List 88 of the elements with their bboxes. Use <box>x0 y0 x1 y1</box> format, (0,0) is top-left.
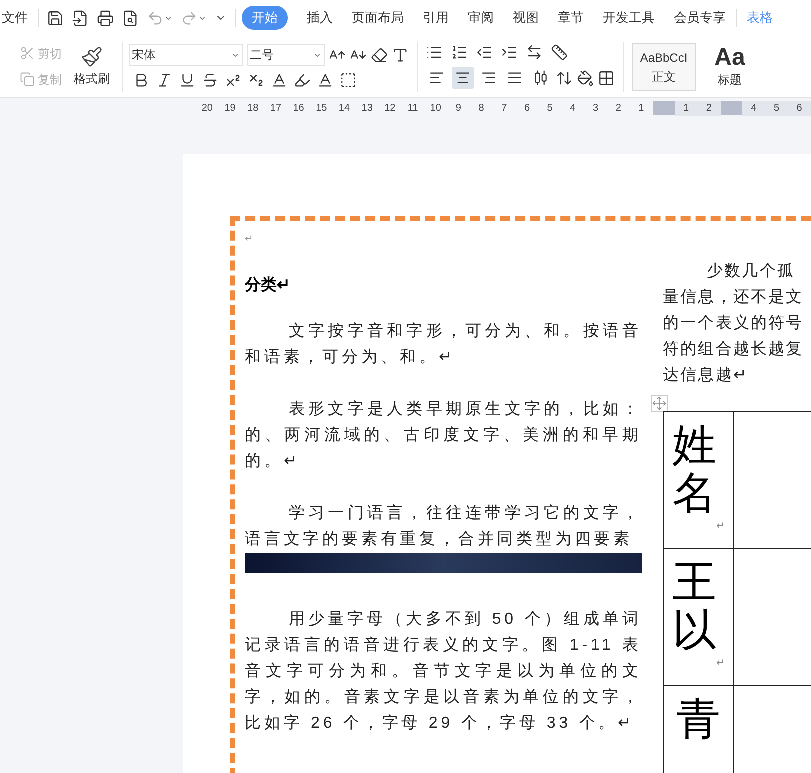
print-preview-icon[interactable] <box>122 10 139 26</box>
character-border-icon[interactable] <box>340 72 357 89</box>
ruler-number: 4 <box>569 102 577 116</box>
heading: 分类↵ <box>245 276 291 296</box>
ruler-number: 4 <box>742 100 766 116</box>
paragraph: 用少量字母（大多不到 50 个）组成单词记录语言的语音进行表义的文字。图 1-11 表音文字可分为和。音节文字是以为单位的文字，如的。音素文字是以音素为单位的文字，比如字 26 个，字母 29 个，字母 33 个。↵ <box>245 610 642 734</box>
eraser-icon[interactable] <box>371 46 388 64</box>
ruler-number: 5 <box>546 102 554 116</box>
table-cell: 姓名 ↵ <box>664 412 734 548</box>
underline-icon[interactable] <box>179 72 196 89</box>
ribbon-tab[interactable]: 页面布局 <box>352 8 404 28</box>
text-line: 少数几个孤 <box>706 262 796 282</box>
ribbon-tab[interactable]: 开发工具 <box>603 8 655 28</box>
align-left-icon <box>429 70 445 86</box>
ruler-number: 20 <box>200 102 214 116</box>
text-line: 的一个表义的符号 <box>663 314 805 334</box>
ruler-number: 19 <box>224 102 237 116</box>
paragraph: 表形文字是人类早期原生文字的，比如：的、两河流域的、古印度文字、美洲的和早期的。↵ <box>245 400 642 472</box>
ruler-number: 1 <box>638 102 646 116</box>
print-icon[interactable] <box>97 10 114 26</box>
ruler-number: 7 <box>500 102 508 116</box>
ruler-number: 8 <box>478 102 486 116</box>
ribbon-tab[interactable]: 引用 <box>423 8 449 28</box>
distribute-icon <box>533 70 549 86</box>
ribbon-tab[interactable]: 章节 <box>558 8 584 28</box>
ribbon-tab[interactable]: 视图 <box>513 8 539 28</box>
justify-icon <box>507 70 523 86</box>
indent-icon[interactable] <box>501 44 518 61</box>
paragraph: 学习一门语言，往往连带学习它的文字，语言文字的要素有重复，合并同类型为四要素 <box>245 504 642 550</box>
superscript-icon[interactable] <box>225 72 242 89</box>
ruler-number: 1 <box>674 100 698 116</box>
ruler-number: 5 <box>765 100 788 116</box>
text-line: 达信息越↵ <box>663 366 749 386</box>
table-cell: 王以 ↵ <box>664 549 734 685</box>
style-preset[interactable]: AaBbCcI 正文 <box>632 42 696 90</box>
ruler-number: 2 <box>614 102 622 116</box>
text-effect-icon[interactable] <box>271 72 288 89</box>
format-painter-button[interactable]: 格式刷 <box>68 46 116 88</box>
style-preset[interactable]: Aa 标题 <box>698 42 762 90</box>
ruler-number: 14 <box>338 102 352 116</box>
ruler-number: 2 <box>698 100 721 116</box>
ruler-number: 12 <box>384 102 397 116</box>
text-line: 量信息，还不是文 <box>663 288 805 308</box>
paragraph: 文字按字音和字形，可分为、和。按语音和语素，可分为、和。↵ <box>245 322 642 368</box>
shading-icon[interactable] <box>577 70 594 86</box>
ruler-number: 15 <box>315 102 328 116</box>
paragraph-mark: ↵ <box>245 233 254 247</box>
subscript-icon[interactable] <box>248 72 265 89</box>
text-line: 符的组合越长越复 <box>663 340 805 360</box>
line-spacing-icon[interactable] <box>556 70 573 86</box>
ruler-number: 6 <box>523 102 532 116</box>
ruler-number: 10 <box>429 102 442 116</box>
align-center-icon <box>455 70 471 86</box>
ribbon-tab[interactable]: 审阅 <box>468 8 494 28</box>
copy-icon <box>20 72 35 87</box>
align-button[interactable] <box>452 67 474 89</box>
ruler-number: 13 <box>360 102 374 116</box>
ruler-margin-icon <box>720 101 742 115</box>
ruler-number: 18 <box>246 102 260 116</box>
align-right-icon <box>481 70 497 86</box>
borders-icon[interactable] <box>598 70 615 86</box>
outdent-icon[interactable] <box>476 44 493 61</box>
ribbon-tab[interactable]: 插入 <box>307 8 333 28</box>
ruler-number: 16 <box>292 102 306 116</box>
table-cell: 青 <box>664 686 734 773</box>
ruler-margin-icon <box>652 101 675 115</box>
italic-icon[interactable] <box>156 72 173 89</box>
font-color-icon[interactable] <box>317 72 334 89</box>
table-move-handle-icon[interactable] <box>651 395 668 412</box>
ruler-number: 11 <box>406 102 420 116</box>
ruler-number: 3 <box>592 102 600 116</box>
ruler-icon[interactable] <box>551 44 568 61</box>
scissors-icon <box>20 46 35 61</box>
text-direction-icon[interactable] <box>526 44 543 61</box>
font-size-field[interactable]: 二号 <box>247 44 325 66</box>
ruler-number: 9 <box>454 102 462 116</box>
paintbrush-icon <box>81 46 103 68</box>
save-icon[interactable] <box>47 10 64 26</box>
ribbon-tab[interactable]: 会员专享 <box>674 8 726 28</box>
highlighter-icon[interactable] <box>294 72 311 89</box>
font-family-field[interactable]: 宋体 <box>129 44 243 66</box>
file-menu[interactable]: 文件 <box>0 8 38 28</box>
ruler-number: 6 <box>788 100 811 116</box>
strikethrough-icon[interactable] <box>202 72 219 89</box>
numbered-list-icon[interactable] <box>451 44 468 61</box>
export-icon[interactable] <box>72 10 89 26</box>
bullet-list-icon[interactable] <box>426 44 443 61</box>
ruler-number: 17 <box>269 102 283 116</box>
